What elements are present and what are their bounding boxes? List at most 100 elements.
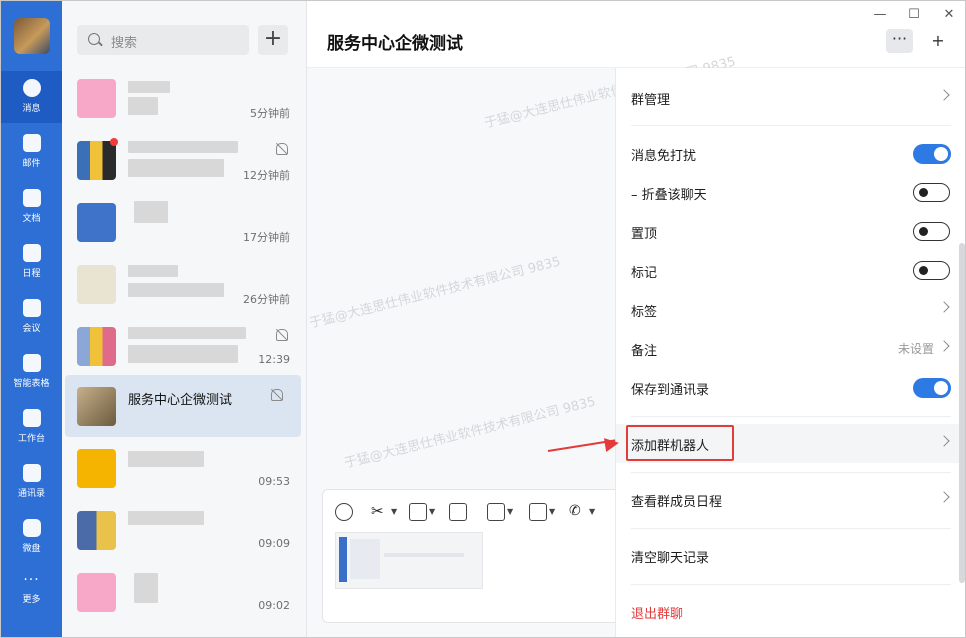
mute-icon [276, 143, 288, 155]
list-item[interactable]: 12:39 [62, 315, 306, 377]
contact-avatar [77, 573, 116, 612]
contact-avatar [77, 449, 116, 488]
add-user-icon: + [931, 31, 945, 50]
chevron-down-icon[interactable]: ▼ [507, 507, 513, 516]
smart-sheet-icon [22, 354, 41, 372]
chat-header: 服务中心企微测试 — ☐ ✕ ··· + [307, 1, 965, 68]
contact-avatar [77, 79, 116, 118]
search-input[interactable]: 搜索 [77, 25, 249, 55]
chat-area: 服务中心企微测试 — ☐ ✕ ··· + 于猛@大连思仕伟业软件技术有限公司 9… [307, 1, 965, 637]
fold-chat-row: – 折叠该聊天 [616, 173, 965, 212]
message-input[interactable]: ✂ ▼ ▼ ▼ ▼ ✆ ▼ [322, 489, 624, 623]
list-item[interactable]: 17分钟前 [62, 191, 306, 253]
list-item-active[interactable]: 服务中心企微测试 [65, 375, 301, 437]
do-not-disturb-row: 消息免打扰 [616, 134, 965, 173]
mark-row: 标记 [616, 251, 965, 290]
nav-workbench[interactable]: 工作台 [1, 401, 62, 453]
group-avatar [77, 327, 116, 366]
save-to-contacts-row: 保存到通讯录 [616, 368, 965, 407]
list-item[interactable]: 09:09 [62, 499, 306, 561]
calendar-icon [22, 244, 41, 262]
add-button[interactable]: + [258, 25, 288, 55]
image-icon[interactable] [409, 503, 427, 521]
nav-meeting[interactable]: 会议 [1, 291, 62, 343]
fold-chat-toggle[interactable] [913, 183, 950, 202]
watermark: 于猛@大连思仕伟业软件技术有限公司 9835 [307, 254, 563, 332]
group-management-row[interactable]: 群管理 [616, 78, 965, 117]
save-to-contacts-toggle[interactable] [913, 378, 951, 398]
checklist-icon[interactable] [487, 503, 505, 521]
phone-icon[interactable]: ✆ [569, 503, 585, 519]
chevron-down-icon[interactable]: ▼ [549, 507, 555, 516]
app-window: 消息 邮件 文档 日程 会议 智能表格 工作台 通讯录 微盘 ··· 更多 搜索… [0, 0, 966, 638]
drive-icon [22, 519, 41, 537]
annotation-highlight-box [626, 425, 734, 461]
unread-badge [110, 138, 118, 146]
mute-icon [271, 389, 283, 401]
emoji-icon[interactable] [335, 503, 353, 521]
clear-history-row[interactable]: 清空聊天记录 [616, 536, 965, 575]
more-button[interactable]: ··· [886, 29, 913, 53]
chevron-down-icon[interactable]: ▼ [391, 507, 397, 516]
nav-messages[interactable]: 消息 [1, 71, 62, 123]
list-item[interactable]: 5分钟前 [62, 67, 306, 129]
chevron-right-icon [938, 301, 950, 313]
member-schedule-row[interactable]: 查看群成员日程 [616, 480, 965, 519]
pasted-image-preview[interactable] [335, 532, 483, 589]
scissors-icon[interactable]: ✂ [371, 503, 387, 519]
pin-row: 置顶 [616, 212, 965, 251]
chat-title: 服务中心企微测试 [327, 34, 463, 54]
nav-mail[interactable]: 邮件 [1, 126, 62, 178]
maximize-button[interactable]: ☐ [904, 7, 924, 23]
chat-settings-panel: 群管理 消息免打扰 – 折叠该聊天 置顶 标记 标签 备注 未设置 保存到通讯录… [615, 68, 965, 637]
watermark: 于猛@大连思仕伟业软件技术有限公司 9835 [342, 394, 598, 472]
remark-value: 未设置 [897, 342, 934, 356]
group-avatar [77, 141, 116, 180]
list-item[interactable]: 12分钟前 [62, 129, 306, 191]
panel-scrollbar[interactable] [959, 243, 965, 583]
tags-row[interactable]: 标签 [616, 290, 965, 329]
group-avatar [77, 511, 116, 550]
do-not-disturb-toggle[interactable] [913, 144, 951, 164]
mute-icon [276, 329, 288, 341]
conversation-list: 搜索 + 5分钟前 12分钟前 17分钟前 26分钟前 12:39 服务中心企微… [62, 1, 307, 637]
contact-avatar [77, 203, 116, 242]
mail-icon [22, 134, 41, 152]
left-nav: 消息 邮件 文档 日程 会议 智能表格 工作台 通讯录 微盘 ··· 更多 [1, 1, 62, 637]
nav-contacts[interactable]: 通讯录 [1, 456, 62, 508]
workbench-icon [22, 409, 41, 427]
pin-toggle[interactable] [913, 222, 950, 241]
mark-toggle[interactable] [913, 261, 950, 280]
chevron-right-icon [938, 340, 950, 352]
nav-calendar[interactable]: 日程 [1, 236, 62, 288]
contacts-icon [22, 464, 41, 482]
nav-docs[interactable]: 文档 [1, 181, 62, 233]
list-item[interactable]: 26分钟前 [62, 253, 306, 315]
folder-icon[interactable] [529, 503, 547, 521]
search-icon [88, 33, 100, 45]
leave-group-row[interactable]: 退出群聊 [616, 592, 965, 631]
list-item[interactable]: 09:02 [62, 561, 306, 623]
more-dots-icon: ··· [23, 572, 40, 588]
message-icon [22, 79, 41, 97]
contact-avatar [77, 265, 116, 304]
group-avatar [77, 387, 116, 426]
remark-row[interactable]: 备注 未设置 [616, 329, 965, 368]
chevron-right-icon [938, 435, 950, 447]
list-item[interactable]: 09:53 [62, 437, 306, 499]
minimize-button[interactable]: — [870, 7, 890, 23]
nav-more[interactable]: ··· 更多 [1, 566, 62, 618]
nav-drive[interactable]: 微盘 [1, 511, 62, 563]
meeting-icon [22, 299, 41, 317]
chevron-down-icon[interactable]: ▼ [429, 507, 435, 516]
chevron-right-icon [938, 491, 950, 503]
document-icon[interactable] [449, 503, 467, 521]
annotation-arrow-head [603, 435, 621, 453]
document-icon [22, 189, 41, 207]
nav-smart-sheet[interactable]: 智能表格 [1, 346, 62, 398]
chevron-down-icon[interactable]: ▼ [589, 507, 595, 516]
chevron-right-icon [938, 89, 950, 101]
user-avatar[interactable] [14, 18, 50, 54]
close-button[interactable]: ✕ [939, 7, 959, 23]
add-member-button[interactable]: + [926, 29, 950, 53]
